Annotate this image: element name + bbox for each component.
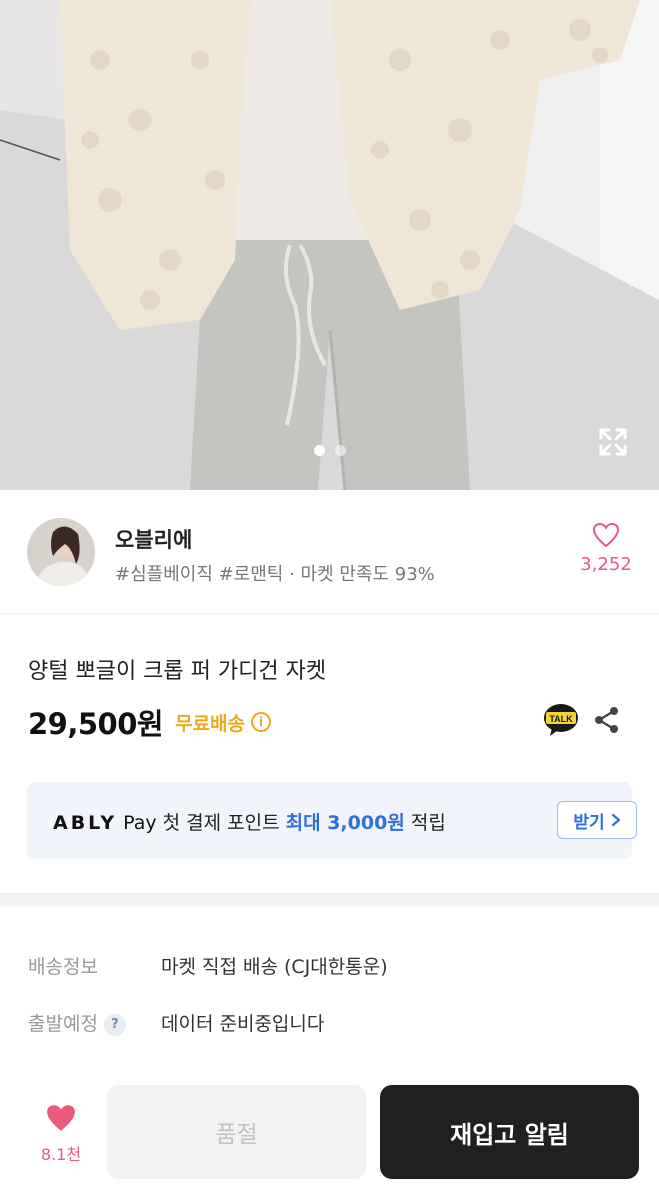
carousel-indicator (0, 445, 659, 456)
product-photo (0, 0, 659, 490)
seller-tags: #심플베이직 #로맨틱 · 마켓 만족도 93% (115, 564, 435, 585)
heart-outline-icon (592, 522, 620, 548)
departure-label-text: 출발예정 (28, 1013, 98, 1035)
ably-pay-promo-banner[interactable]: ABLY Pay 첫 결제 포인트 최대 3,000원 적립 받기 (27, 782, 637, 859)
soldout-button: 품절 (107, 1085, 366, 1179)
product-title: 양털 뽀글이 크롭 퍼 가디건 자켓 (28, 659, 327, 684)
receive-button[interactable]: 받기 (557, 801, 637, 839)
pay-label: Pay (123, 812, 157, 834)
promo-text: ABLY Pay 첫 결제 포인트 최대 3,000원 적립 (53, 808, 446, 835)
carousel-dot-active[interactable] (313, 445, 325, 456)
promo-text-before: 첫 결제 포인트 (162, 812, 286, 834)
seller-like-count: 3,252 (580, 554, 632, 575)
seller-avatar[interactable] (27, 518, 95, 586)
receive-button-label: 받기 (573, 812, 605, 833)
free-shipping-badge: 무료배송 (175, 712, 246, 735)
bottom-like-count: 8.1천 (40, 1145, 82, 1164)
chevron-right-icon (611, 813, 620, 827)
departure-label: 출발예정? (28, 1009, 126, 1036)
section-divider (0, 893, 659, 907)
expand-icon[interactable] (596, 425, 630, 459)
price-row: 29,500원 무료배송 i (28, 702, 272, 742)
product-image[interactable] (0, 0, 659, 490)
carousel-dot[interactable] (334, 445, 346, 456)
restock-alert-button[interactable]: 재입고 알림 (380, 1085, 639, 1179)
shipping-info-label: 배송정보 (28, 956, 98, 978)
share-icon[interactable] (592, 705, 622, 735)
shipping-info-value: 마켓 직접 배송 (CJ대한통운) (161, 956, 388, 978)
heart-filled-icon (47, 1105, 75, 1131)
seller-name[interactable]: 오블리에 (115, 524, 192, 554)
info-icon[interactable]: i (251, 712, 272, 732)
promo-highlight: 최대 3,000원 (285, 812, 405, 834)
help-icon[interactable]: ? (103, 1013, 126, 1036)
seller-like-button[interactable]: 3,252 (572, 522, 640, 575)
product-price: 29,500원 (28, 707, 164, 741)
promo-text-after: 적립 (404, 812, 446, 834)
bottom-like-button[interactable]: 8.1천 (38, 1103, 84, 1165)
seller-section[interactable]: 오블리에 #심플베이직 #로맨틱 · 마켓 만족도 93% 3,252 (0, 490, 659, 614)
ably-logo: ABLY (53, 812, 118, 834)
svg-text:TALK: TALK (549, 714, 573, 724)
departure-value: 데이터 준비중입니다 (161, 1013, 325, 1035)
kakao-talk-icon[interactable]: TALK (543, 703, 579, 737)
